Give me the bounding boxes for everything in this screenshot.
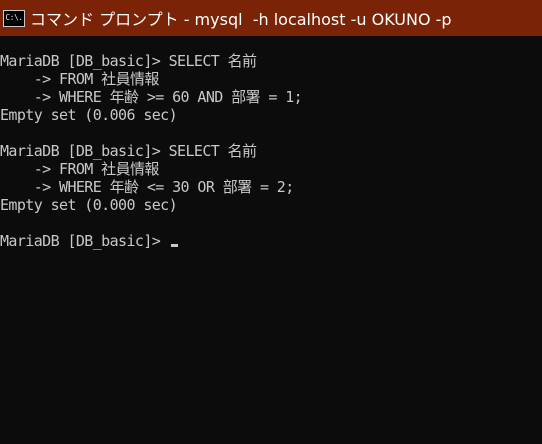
console-icon[interactable]: C:\.	[3, 9, 25, 27]
command-prompt-window: C:\. コマンド プロンプト - mysql -h localhost -u …	[0, 0, 542, 444]
console-line: -> FROM 社員情報	[0, 160, 160, 178]
console-line: Empty set (0.006 sec)	[0, 106, 178, 124]
console-line: MariaDB [DB_basic]> SELECT 名前	[0, 52, 257, 70]
console-line: -> WHERE 年齢 <= 30 OR 部署 = 2;	[0, 178, 295, 196]
console-icon-label: C:\.	[5, 13, 23, 22]
window-title: コマンド プロンプト - mysql -h localhost -u OKUNO…	[30, 10, 452, 29]
console-line: MariaDB [DB_basic]> SELECT 名前	[0, 142, 257, 160]
console-line: -> WHERE 年齢 >= 60 AND 部署 = 1;	[0, 88, 303, 106]
console-line: -> FROM 社員情報	[0, 70, 160, 88]
prompt-line[interactable]: MariaDB [DB_basic]>	[0, 232, 542, 250]
console-output[interactable]: MariaDB [DB_basic]> SELECT 名前 -> FROM 社員…	[0, 52, 542, 444]
title-bar[interactable]: C:\. コマンド プロンプト - mysql -h localhost -u …	[0, 0, 542, 36]
text-cursor	[170, 244, 178, 247]
console-line: Empty set (0.000 sec)	[0, 196, 178, 214]
prompt-text: MariaDB [DB_basic]>	[0, 232, 169, 250]
